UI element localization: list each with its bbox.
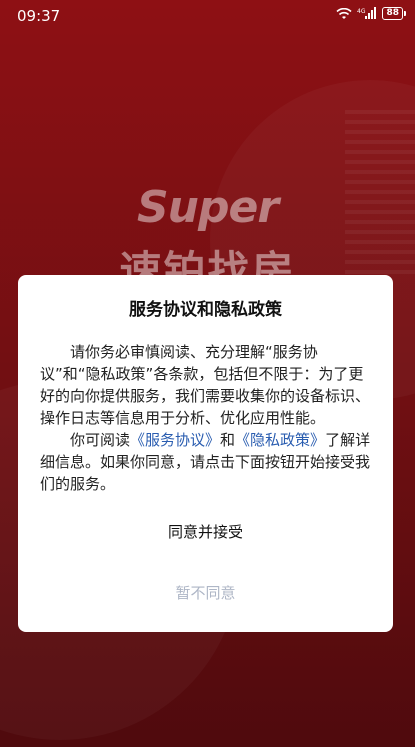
status-icons: 4G 88 [336,7,406,20]
signal-icon: 4G [357,7,377,20]
disagree-button[interactable]: 暂不同意 [18,582,393,604]
paragraph-text: 你可阅读 [70,431,131,449]
dialog-title: 服务协议和隐私政策 [129,300,282,320]
status-bar: 09:37 4G 88 [0,0,415,34]
app-screen: 09:37 4G 88 Super 速铂找房 服务协议和隐私政策 请你务必审慎阅… [0,0,415,747]
privacy-dialog: 服务协议和隐私政策 请你务必审慎阅读、充分理解“服务协议”和“隐私政策”各条款，… [18,275,393,632]
dialog-paragraph: 你可阅读《服务协议》和《隐私政策》了解详细信息。如果你同意，请点击下面按钮开始接… [40,429,371,495]
wifi-icon [336,7,353,20]
agree-button[interactable]: 同意并接受 [18,521,393,543]
status-time: 09:37 [17,7,61,25]
network-label: 4G [357,8,366,15]
service-agreement-link[interactable]: 《服务协议》 [130,431,220,449]
paragraph-text: 和 [220,431,236,449]
dialog-body: 请你务必审慎阅读、充分理解“服务协议”和“隐私政策”各条款，包括但不限于：为了更… [40,341,371,495]
brand-logo-en: Super [136,182,279,233]
battery-icon: 88 [382,7,406,20]
privacy-policy-link[interactable]: 《隐私政策》 [235,431,325,449]
dialog-paragraph: 请你务必审慎阅读、充分理解“服务协议”和“隐私政策”各条款，包括但不限于：为了更… [40,343,371,427]
